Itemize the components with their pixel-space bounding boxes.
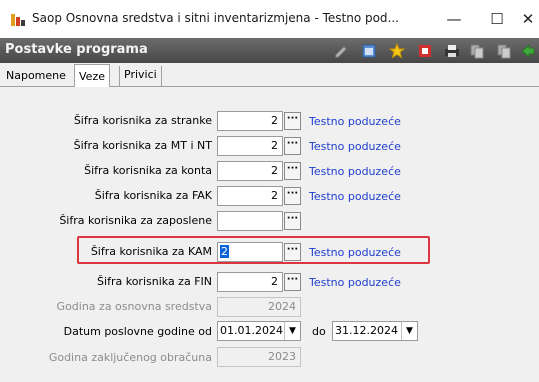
field-stranke[interactable]: 2 [217, 111, 283, 131]
edit-icon[interactable] [333, 43, 349, 59]
lookup-button[interactable]: ··· [284, 212, 301, 230]
page-title: Postavke programa [5, 42, 148, 57]
lookup-button[interactable]: ··· [284, 273, 301, 291]
tab-napomene[interactable]: Napomene [2, 66, 70, 87]
label-fak: Šifra korisnika za FAK [94, 189, 212, 202]
label-zaposlene: Šifra korisnika za zaposlene [59, 214, 212, 227]
desc-kam: Testno poduzeće [309, 246, 401, 259]
maximize-button[interactable]: ☐ [483, 8, 511, 30]
window-title: Saop Osnovna sredstva i sitni inventariz… [32, 11, 399, 25]
desc-fin: Testno poduzeće [309, 276, 401, 289]
app-icon [11, 14, 25, 26]
tab-veze[interactable]: Veze [74, 64, 110, 88]
star-icon[interactable] [389, 43, 405, 59]
close-button[interactable]: ✕ [517, 8, 539, 30]
minimize-button[interactable]: — [440, 8, 468, 30]
field-mt-nt[interactable]: 2 [217, 136, 283, 156]
program-header: Postavke programa [0, 38, 539, 63]
chevron-down-icon[interactable]: ▼ [401, 322, 417, 340]
label-year-assets: Godina za osnovna sredstva [56, 300, 212, 313]
field-konta[interactable]: 2 [217, 161, 283, 181]
lookup-button[interactable]: ··· [284, 137, 301, 155]
label-closing-year: Godina zaključenog obračuna [48, 351, 212, 364]
label-date-to: do [312, 325, 326, 338]
lookup-button[interactable]: ··· [284, 162, 301, 180]
date-from-picker[interactable]: 01.01.2024 ▼ [217, 321, 301, 341]
label-kam: Šifra korisnika za KAM [90, 245, 212, 258]
copy-alt-icon[interactable] [496, 43, 512, 59]
label-konta: Šifra korisnika za konta [84, 164, 212, 177]
print-icon[interactable] [444, 43, 460, 59]
field-zaposlene[interactable] [217, 211, 283, 231]
desc-konta: Testno poduzeće [309, 165, 401, 178]
exit-icon[interactable] [520, 43, 536, 59]
label-date-from: Datum poslovne godine od [63, 325, 212, 338]
label-mt-nt: Šifra korisnika za MT i NT [73, 139, 212, 152]
tab-strip: Napomene Veze Privici [0, 63, 539, 88]
close-doc-icon[interactable] [417, 43, 433, 59]
field-kam[interactable]: 2 [217, 242, 283, 262]
lookup-button[interactable]: ··· [284, 112, 301, 130]
window-titlebar: Saop Osnovna sredstva i sitni inventariz… [0, 0, 539, 38]
desc-fak: Testno poduzeće [309, 190, 401, 203]
tab-privici[interactable]: Privici [119, 66, 162, 87]
label-stranke: Šifra korisnika za stranke [73, 114, 212, 127]
field-fin[interactable]: 2 [217, 272, 283, 292]
lookup-button[interactable]: ··· [284, 243, 301, 261]
date-to-picker[interactable]: 31.12.2024 ▼ [332, 321, 418, 341]
field-year-assets: 2024 [217, 297, 301, 317]
desc-mt-nt: Testno poduzeće [309, 140, 401, 153]
copy-icon[interactable] [469, 43, 485, 59]
field-fak[interactable]: 2 [217, 186, 283, 206]
desc-stranke: Testno poduzeće [309, 115, 401, 128]
lookup-button[interactable]: ··· [284, 187, 301, 205]
grid-icon[interactable] [361, 43, 377, 59]
chevron-down-icon[interactable]: ▼ [284, 322, 300, 340]
field-closing-year: 2023 [217, 347, 301, 367]
label-fin: Šifra korisnika za FIN [97, 275, 212, 288]
